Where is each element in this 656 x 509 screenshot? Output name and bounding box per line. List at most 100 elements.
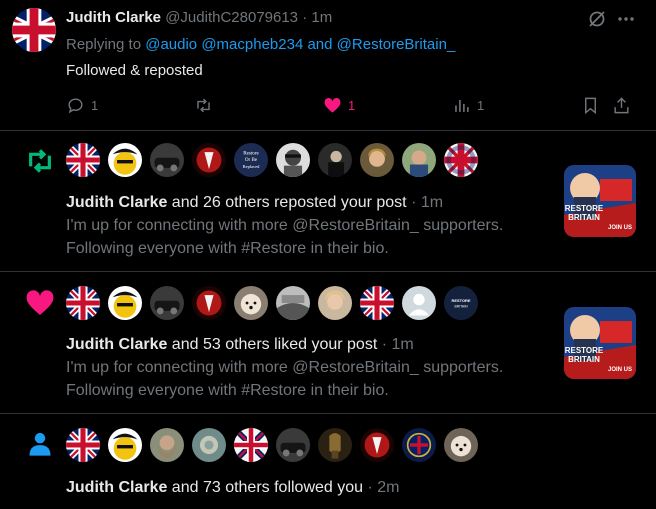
avatar-restore-badge[interactable]: RESTORE BRITAIN — [444, 286, 478, 320]
avatar[interactable] — [108, 428, 142, 462]
notif-time: 1m — [391, 336, 414, 353]
share-icon — [614, 96, 629, 113]
follow-avatars — [66, 428, 478, 462]
mention-and: and — [307, 36, 333, 53]
like-summary[interactable]: Judith Clarke and 53 others liked your p… — [66, 336, 414, 354]
mention-macpheb[interactable]: @macpheb234 — [201, 36, 303, 53]
avatar[interactable] — [192, 428, 226, 462]
avatar[interactable] — [276, 286, 310, 320]
like-button[interactable]: 1 — [323, 94, 355, 116]
reply-icon — [68, 97, 83, 113]
badge-line-3: Replaced — [243, 164, 261, 169]
thumb-text-1: RESTORE — [565, 346, 604, 355]
avatar[interactable] — [150, 143, 184, 177]
avatar[interactable] — [108, 143, 142, 177]
avatar[interactable] — [444, 428, 478, 462]
avatar[interactable] — [318, 143, 352, 177]
preview-line-2: Following everyone with #Restore in thei… — [66, 240, 389, 257]
avatar[interactable] — [108, 286, 142, 320]
preview-line-2: Following everyone with #Restore in thei… — [66, 382, 389, 399]
thumb-text-3: JOIN US — [608, 225, 632, 231]
replying-prefix: Replying to — [66, 36, 142, 53]
more-options-icon[interactable] — [616, 9, 636, 29]
repost-icon — [24, 145, 56, 177]
post-text: Followed & reposted — [66, 62, 203, 79]
heart-icon — [24, 287, 56, 319]
bookmark-icon — [585, 97, 596, 114]
avatar[interactable] — [402, 428, 436, 462]
preview-line-1: I'm up for connecting with more @Restore… — [66, 359, 504, 376]
mention-restorebritain[interactable]: @RestoreBritain_ — [337, 36, 456, 53]
view-count: 1 — [477, 97, 485, 113]
avatar[interactable] — [360, 286, 394, 320]
thumb-text-3: JOIN US — [608, 367, 632, 373]
avatar[interactable] — [318, 428, 352, 462]
divider — [0, 271, 656, 272]
avatar[interactable] — [276, 428, 310, 462]
divider — [0, 130, 656, 131]
follow-summary[interactable]: Judith Clarke and 73 others followed you… — [66, 479, 400, 497]
reply-button[interactable]: 1 — [66, 94, 98, 116]
avatar-default[interactable] — [402, 286, 436, 320]
avatar[interactable] — [444, 143, 478, 177]
like-count: 1 — [348, 97, 356, 113]
avatar[interactable] — [66, 286, 100, 320]
repost-avatars: Restore Or Be Replaced — [66, 143, 478, 177]
repost-button[interactable] — [194, 94, 219, 116]
post-thumbnail[interactable]: RESTORE BRITAIN JOIN US — [564, 307, 636, 379]
post-preview[interactable]: I'm up for connecting with more @Restore… — [66, 356, 546, 402]
separator: · — [381, 336, 388, 353]
summary-text: and 26 others reposted your post — [167, 194, 407, 211]
avatar[interactable] — [150, 286, 184, 320]
actor-name[interactable]: Judith Clarke — [66, 336, 167, 353]
avatar[interactable] — [276, 143, 310, 177]
avatar[interactable] — [192, 286, 226, 320]
avatar[interactable] — [402, 143, 436, 177]
avatar[interactable] — [234, 428, 268, 462]
author-name[interactable]: Judith Clarke — [66, 9, 161, 26]
actor-name[interactable]: Judith Clarke — [66, 479, 167, 496]
thumb-text-2: BRITAIN — [568, 355, 600, 364]
author-avatar[interactable] — [12, 8, 56, 52]
avatar[interactable] — [234, 286, 268, 320]
summary-text: and 53 others liked your post — [167, 336, 378, 353]
author-handle[interactable]: @JudithC28079613 — [165, 9, 298, 26]
views-button[interactable]: 1 — [452, 94, 484, 116]
separator: · — [367, 479, 373, 496]
avatar[interactable] — [192, 143, 226, 177]
post-thumbnail[interactable]: RESTORE BRITAIN JOIN US — [564, 165, 636, 237]
avatar[interactable] — [66, 143, 100, 177]
post-header: Judith Clarke @JudithC28079613 · 1m — [66, 9, 332, 26]
badge-line-2: BRITAIN — [454, 305, 468, 309]
badge-line-1: RESTORE — [451, 298, 470, 303]
post-time[interactable]: 1m — [311, 9, 332, 26]
actor-name[interactable]: Judith Clarke — [66, 194, 167, 211]
summary-text: and 73 others followed you — [167, 479, 364, 496]
post-preview[interactable]: I'm up for connecting with more @Restore… — [66, 214, 546, 260]
avatar[interactable] — [360, 143, 394, 177]
replying-to: Replying to @audio @macpheb234 and @Rest… — [66, 36, 455, 53]
like-avatars: RESTORE BRITAIN — [66, 286, 478, 320]
thumb-text-2: BRITAIN — [568, 213, 600, 222]
badge-line-1: Restore — [243, 150, 259, 156]
share-button[interactable] — [612, 94, 631, 116]
grok-icon[interactable] — [587, 9, 607, 29]
mention-audio[interactable]: @audio — [145, 36, 197, 53]
avatar-restore-badge[interactable]: Restore Or Be Replaced — [234, 143, 268, 177]
notif-time: 1m — [420, 194, 444, 211]
person-icon — [26, 430, 54, 458]
avatar[interactable] — [318, 286, 352, 320]
analytics-icon — [455, 99, 469, 112]
avatar[interactable] — [66, 428, 100, 462]
thumb-text-1: RESTORE — [565, 204, 604, 213]
repost-icon — [197, 98, 210, 112]
heart-filled-icon — [324, 97, 341, 113]
preview-line-1: I'm up for connecting with more @Restore… — [66, 217, 504, 234]
repost-summary[interactable]: Judith Clarke and 26 others reposted you… — [66, 194, 443, 212]
reply-count: 1 — [91, 97, 99, 113]
avatar[interactable] — [150, 428, 184, 462]
bookmark-button[interactable] — [581, 94, 600, 116]
badge-line-2: Or Be — [245, 157, 258, 163]
notif-time: 2m — [377, 479, 400, 496]
avatar[interactable] — [360, 428, 394, 462]
